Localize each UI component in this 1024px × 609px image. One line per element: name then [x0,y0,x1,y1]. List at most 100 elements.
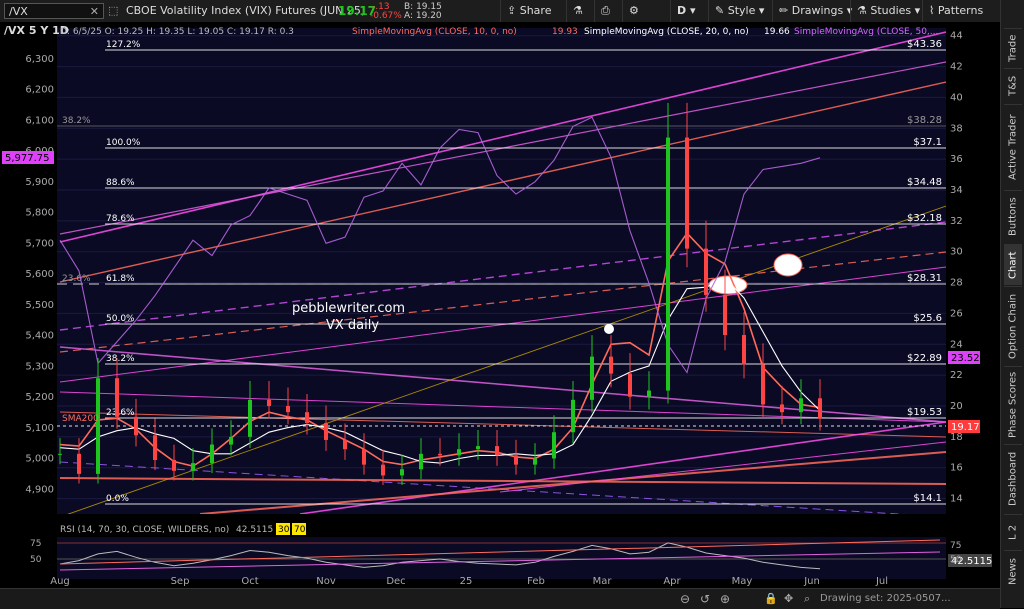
sma200-label: SMA200 [62,414,99,424]
candle-body[interactable] [286,406,290,413]
candle-body[interactable] [704,248,708,295]
candle-body[interactable] [324,422,328,440]
fib-label-right: $32.18 [907,213,942,224]
fib-label-left: 78.6% [106,214,135,224]
candle-body[interactable] [210,444,214,464]
rsi-tick-75: 75 [30,539,41,549]
tab-dashboard[interactable]: Dashboard [1004,444,1022,513]
candle-body[interactable] [96,378,100,474]
sma-badge-text: 23.52 [951,353,980,364]
highlight-dot[interactable] [604,324,614,334]
candle-body[interactable] [343,439,347,450]
rsi-ob-label: 30 [278,525,290,535]
left-axis-tick: 5,300 [25,361,54,372]
search-icon[interactable]: ⌕ [804,592,810,606]
candle-body[interactable] [115,378,119,417]
x-tick-label: Feb [527,576,545,587]
candle-body[interactable] [362,449,366,465]
rsi-os-label: 70 [294,525,306,535]
left-axis-tick: 5,400 [25,331,54,342]
studies-button[interactable]: ⚗ Studies ▾ [850,0,926,22]
candle-body[interactable] [590,356,594,400]
lock-icon[interactable]: 🔒 [764,592,778,605]
candle-body[interactable] [58,453,62,455]
tab-trade[interactable]: Trade [1004,28,1022,67]
tab-phase-scores[interactable]: Phase Scores [1004,366,1022,443]
right-sidebar: Trade T&S Active Trader Buttons Chart Op… [1000,0,1024,608]
candle-body[interactable] [153,435,157,460]
candle-body[interactable] [799,398,803,413]
candle-body[interactable] [229,436,233,445]
highlight-ellipse[interactable] [773,253,803,277]
tools-button[interactable]: ⚗ [566,0,589,22]
print-button[interactable]: ⎙ [594,0,616,22]
tab-news[interactable]: News [1004,550,1022,591]
share-label: Share [519,4,552,17]
candle-body[interactable] [77,453,81,474]
sma10-label[interactable]: SimpleMovingAvg (CLOSE, 10, 0, no) [352,27,517,37]
candle-body[interactable] [647,390,651,397]
x-tick-label: Apr [663,576,681,587]
right-axis-tick: 26 [950,308,963,319]
zoom-reset-icon[interactable]: ↺ [700,592,710,606]
zoom-out-icon[interactable]: ⊖ [680,592,690,606]
candle-body[interactable] [742,335,746,365]
candle-body[interactable] [457,449,461,456]
candle-body[interactable] [248,399,252,437]
sma50-label[interactable]: SimpleMovingAvg (CLOSE, 50,... [794,27,938,37]
x-tick-label: Aug [50,576,70,587]
period-button[interactable]: D ▾ [670,0,702,22]
tab-level2[interactable]: L 2 [1004,514,1022,549]
candle-body[interactable] [476,446,480,450]
tab-option-chain[interactable]: Option Chain [1004,286,1022,365]
tab-chart[interactable]: Chart [1004,244,1022,285]
candle-body[interactable] [381,464,385,476]
candle-body[interactable] [571,399,575,433]
candle-body[interactable] [533,458,537,465]
candle-body[interactable] [609,356,613,374]
candle-body[interactable] [134,416,138,436]
highlight-ellipse[interactable] [708,275,748,295]
zoom-in-icon[interactable]: ⊕ [720,592,730,606]
rsi-label[interactable]: RSI (14, 70, 30, CLOSE, WILDERS, no) [60,525,229,535]
candle-body[interactable] [305,412,309,423]
candle-body[interactable] [267,399,271,406]
candle-body[interactable] [685,137,689,249]
pan-icon[interactable]: ✥ [784,592,793,605]
candle-body[interactable] [172,460,176,471]
tab-active-trader[interactable]: Active Trader [1004,104,1022,189]
candle-body[interactable] [761,364,765,405]
symbol-input[interactable]: /VX ✕ [4,3,104,19]
candle-body[interactable] [400,469,404,476]
candle-body[interactable] [723,294,727,336]
fib-label-right: $14.1 [913,493,942,504]
fib-label-left: 38.2% [106,354,135,364]
patterns-label: Patterns [937,4,984,17]
style-button[interactable]: ✎ Style ▾ [708,0,770,22]
share-button[interactable]: ⇪ Share [500,0,557,22]
style-label: Style [727,4,756,17]
candle-body[interactable] [419,453,423,470]
x-tick-label: Mar [593,576,613,587]
candle-body[interactable] [780,404,784,413]
candle-body[interactable] [666,137,670,391]
candle-body[interactable] [495,446,499,456]
candle-body[interactable] [628,373,632,397]
candle-body[interactable] [514,455,518,465]
link-icon[interactable]: ⬚ [108,0,122,22]
candle-body[interactable] [191,463,195,471]
flask-icon: ⚗ [573,4,583,17]
candle-body[interactable] [818,398,822,419]
candle-body[interactable] [552,432,556,459]
patterns-button[interactable]: ⌇ Patterns [922,0,989,22]
clear-icon[interactable]: ✕ [90,4,99,20]
chart-area[interactable]: 127.2% $43.36 100.0% $37.1 88.6% $34.48 78.6% $… [0,22,1000,588]
x-tick-label: Jun [803,576,820,587]
tab-time-sales[interactable]: T&S [1004,68,1022,103]
drawings-button[interactable]: ✏ Drawings ▾ [772,0,858,22]
candle-body[interactable] [438,453,442,456]
sma20-label[interactable]: SimpleMovingAvg (CLOSE, 20, 0, no) [584,27,749,37]
last-price-badge-text: 19.17 [951,422,980,433]
settings-button[interactable]: ⚙ [622,0,645,22]
tab-buttons[interactable]: Buttons [1004,190,1022,243]
